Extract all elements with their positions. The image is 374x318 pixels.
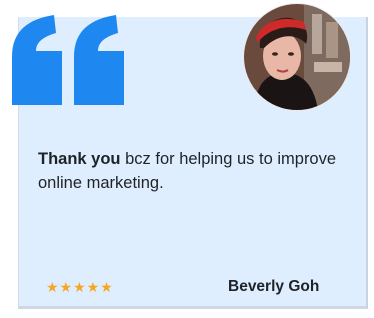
- star-rating: ★★★★★: [46, 279, 114, 295]
- testimonial-widget: Thank you bcz for helping us to improve …: [0, 0, 374, 318]
- avatar: [244, 4, 350, 110]
- testimonial-message: Thank you bcz for helping us to improve …: [38, 147, 348, 195]
- message-highlight: Thank you: [38, 150, 121, 168]
- reviewer-name: Beverly Goh: [228, 278, 320, 295]
- opening-quote-icon: [12, 15, 124, 105]
